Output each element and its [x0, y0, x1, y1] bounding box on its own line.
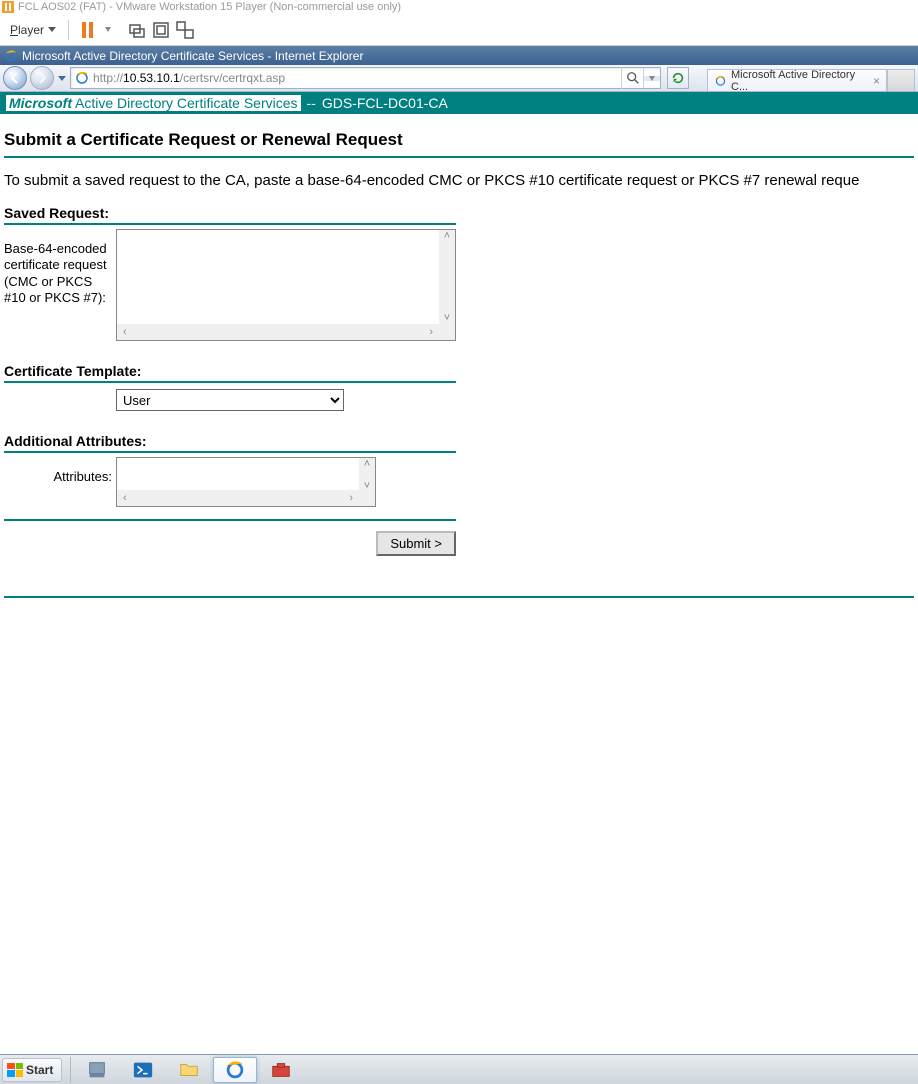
start-button[interactable]: Start	[2, 1058, 62, 1082]
scroll-left-icon: ‹	[123, 492, 127, 504]
horizontal-scrollbar[interactable]: ‹ ›	[117, 490, 359, 506]
horizontal-scrollbar[interactable]: ‹ ›	[117, 324, 439, 340]
cert-template-header: Certificate Template:	[4, 363, 456, 383]
fullscreen-icon	[151, 20, 171, 40]
attributes-textarea[interactable]	[117, 458, 361, 492]
back-button[interactable]	[3, 66, 27, 90]
url-path: /certsrv/certrqxt.asp	[180, 71, 285, 85]
brand-ms: Microsoft	[6, 95, 75, 111]
vertical-scrollbar[interactable]: ˄ ˅	[439, 230, 455, 324]
saved-request-header: Saved Request:	[4, 205, 456, 225]
new-tab-button[interactable]	[887, 69, 915, 91]
chevron-down-icon[interactable]	[105, 27, 111, 32]
unity-button[interactable]	[175, 21, 195, 39]
vmware-title-text: FCL AOS02 (FAT) - VMware Workstation 15 …	[18, 1, 401, 13]
vmware-toolbar: Player	[0, 14, 918, 46]
ie-tab-icon	[714, 74, 727, 88]
scroll-left-icon: ‹	[123, 326, 127, 338]
url-host: 10.53.10.1	[123, 71, 180, 85]
taskbar-explorer[interactable]	[167, 1057, 211, 1083]
player-menu[interactable]: Player	[6, 21, 60, 39]
chevron-down-icon	[48, 27, 56, 32]
unity-icon	[175, 20, 195, 40]
windows-flag-icon	[7, 1063, 23, 1077]
start-label: Start	[26, 1063, 53, 1077]
taskbar-server-manager[interactable]	[75, 1057, 119, 1083]
taskbar-powershell[interactable]	[121, 1057, 165, 1083]
taskbar-ie[interactable]	[213, 1057, 257, 1083]
nav-history-dropdown[interactable]	[57, 76, 67, 81]
ie-page-icon	[74, 70, 90, 86]
vmware-icon	[2, 1, 14, 13]
toolbox-icon	[270, 1059, 292, 1081]
ie-navbar: http://10.53.10.1/certsrv/certrqxt.asp M…	[0, 65, 918, 92]
ca-name: GDS-FCL-DC01-CA	[322, 95, 448, 111]
submit-row: Submit >	[4, 519, 456, 556]
scrollbar-corner	[439, 324, 455, 340]
forward-button[interactable]	[30, 66, 54, 90]
scroll-right-icon: ›	[349, 492, 353, 504]
attributes-textarea-wrap: ˄ ˅ ‹ ›	[116, 457, 376, 507]
search-zone	[621, 67, 660, 89]
ie-titlebar: Microsoft Active Directory Certificate S…	[0, 46, 918, 65]
send-cad-icon	[127, 20, 147, 40]
refresh-button[interactable]	[667, 67, 689, 89]
search-provider-dropdown[interactable]	[644, 76, 660, 81]
url-scheme: http://	[93, 71, 123, 85]
attributes-label: Attributes:	[4, 457, 116, 485]
tab-label: Microsoft Active Directory C...	[731, 69, 865, 93]
scroll-up-icon: ˄	[444, 230, 450, 242]
instruction-text: To submit a saved request to the CA, pas…	[4, 172, 914, 189]
scroll-up-icon: ˄	[364, 458, 370, 470]
taskbar: Start	[0, 1054, 918, 1084]
address-bar[interactable]: http://10.53.10.1/certsrv/certrqxt.asp	[70, 67, 661, 89]
ie-title-text: Microsoft Active Directory Certificate S…	[22, 49, 363, 63]
service-header: Microsoft Active Directory Certificate S…	[0, 92, 918, 114]
chevron-down-icon	[58, 76, 66, 81]
brand-rest: Active Directory Certificate Services	[75, 95, 301, 111]
ie-icon	[4, 49, 18, 63]
page-body: Microsoft Active Directory Certificate S…	[0, 92, 918, 604]
folder-icon	[178, 1059, 200, 1081]
bottom-rule	[4, 596, 914, 598]
taskbar-app[interactable]	[259, 1057, 303, 1083]
scrollbar-corner	[359, 490, 375, 506]
pause-button[interactable]	[77, 21, 97, 39]
vmware-titlebar: FCL AOS02 (FAT) - VMware Workstation 15 …	[0, 0, 918, 14]
chevron-down-icon	[649, 76, 655, 81]
additional-attributes-header: Additional Attributes:	[4, 433, 456, 453]
saved-request-label: Base-64-encoded certificate request (CMC…	[4, 229, 116, 306]
server-manager-icon	[86, 1059, 108, 1081]
submit-button[interactable]: Submit >	[376, 531, 456, 556]
vertical-scrollbar[interactable]: ˄ ˅	[359, 458, 375, 492]
pause-icon	[79, 20, 96, 40]
saved-request-textarea-wrap: ˄ ˅ ‹ ›	[116, 229, 456, 341]
page-title: Submit a Certificate Request or Renewal …	[4, 130, 914, 158]
separator	[68, 20, 69, 40]
arrow-right-icon	[36, 72, 48, 84]
tab-close-button[interactable]: ×	[873, 74, 880, 88]
refresh-icon	[671, 71, 685, 85]
header-sep: --	[307, 95, 316, 111]
send-cad-button[interactable]	[127, 21, 147, 39]
search-icon	[626, 71, 640, 85]
powershell-icon	[132, 1059, 154, 1081]
arrow-left-icon	[9, 72, 21, 84]
tab-strip: Microsoft Active Directory C... ×	[707, 65, 915, 91]
player-menu-label: layer	[18, 23, 44, 37]
quick-launch	[70, 1057, 303, 1083]
scroll-down-icon: ˅	[444, 312, 450, 324]
scroll-right-icon: ›	[429, 326, 433, 338]
tab-active[interactable]: Microsoft Active Directory C... ×	[707, 69, 887, 91]
saved-request-textarea[interactable]	[117, 230, 441, 324]
ie-icon	[224, 1059, 246, 1081]
search-button[interactable]	[622, 68, 644, 88]
cert-template-select[interactable]: User	[116, 389, 344, 411]
fullscreen-button[interactable]	[151, 21, 171, 39]
